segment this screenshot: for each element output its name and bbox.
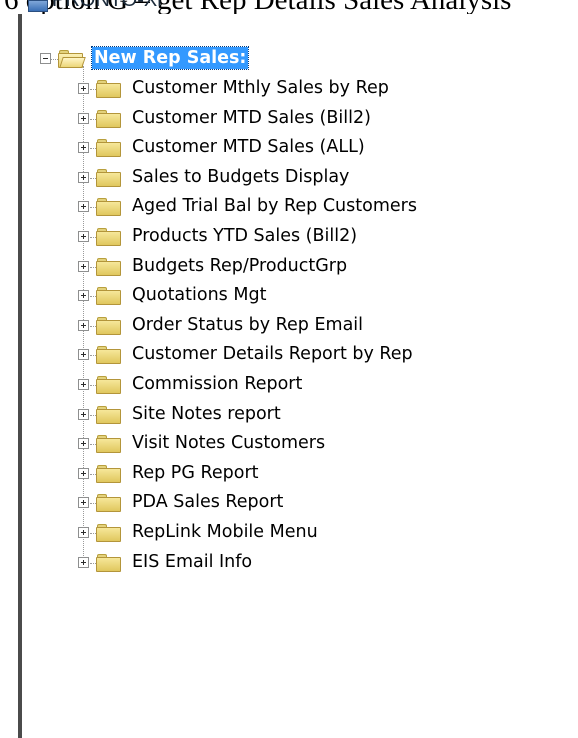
tree-node-label[interactable]: Rep PG Report [130, 462, 261, 484]
folder-icon [96, 287, 122, 306]
expand-icon[interactable] [78, 112, 89, 124]
folder-icon [96, 405, 122, 424]
tree-connector [51, 59, 58, 60]
tree-node-label[interactable]: Visit Notes Customers [130, 432, 327, 454]
tree-node-label[interactable]: Order Status by Rep Email [130, 314, 365, 336]
tree-node-label[interactable]: Site Notes report [130, 403, 283, 425]
screenshot: 6 option G – get Rep Details Sales Analy… [0, 0, 578, 738]
tree-node-label[interactable]: Products YTD Sales (Bill2) [130, 225, 359, 247]
folder-icon [96, 316, 122, 335]
tree-node-label[interactable]: Customer Mthly Sales by Rep [130, 77, 391, 99]
tree-root-label[interactable]: New Rep Sales: [90, 46, 250, 70]
tree-node-label[interactable]: Budgets Rep/ProductGrp [130, 255, 349, 277]
collapse-icon[interactable] [40, 53, 51, 64]
folder-icon [96, 80, 122, 98]
folder-icon [96, 228, 122, 246]
folder-icon [96, 346, 122, 365]
folder-icon [96, 553, 122, 572]
pronto-app-icon [28, 0, 48, 12]
folder-open-icon [58, 50, 86, 68]
expand-icon[interactable] [78, 171, 89, 183]
tree-node-label[interactable]: Customer MTD Sales (Bill2) [130, 107, 373, 129]
folder-icon [96, 257, 122, 276]
expand-icon[interactable] [78, 556, 89, 568]
expand-icon[interactable] [78, 408, 89, 420]
tree-node-label[interactable]: Quotations Mgt [130, 284, 268, 306]
folder-icon [96, 464, 122, 483]
expand-icon[interactable] [78, 142, 89, 154]
tree-node-label[interactable]: PDA Sales Report [130, 491, 285, 513]
tree-node-label[interactable]: Aged Trial Bal by Rep Customers [130, 195, 419, 217]
folder-icon [96, 524, 122, 542]
expand-icon[interactable] [78, 497, 89, 509]
menu-tree-window: New Rep Sales: Customer Mthly Sales by R… [18, 14, 578, 738]
expand-icon[interactable] [78, 231, 89, 242]
expand-icon[interactable] [78, 290, 89, 302]
folder-icon [96, 376, 122, 394]
folder-icon [96, 198, 122, 217]
expand-icon[interactable] [78, 467, 89, 479]
tree-node-label[interactable]: Commission Report [130, 373, 304, 395]
expand-icon[interactable] [78, 527, 89, 538]
folder-icon [96, 168, 122, 187]
tree-node-label[interactable]: RepLink Mobile Menu [130, 521, 320, 543]
expand-icon[interactable] [78, 201, 89, 213]
window-title: PRONTO-Xi [52, 0, 162, 11]
tree-guide-line [83, 66, 84, 564]
expand-icon[interactable] [78, 83, 89, 94]
expand-icon[interactable] [78, 379, 89, 390]
tree-node-label[interactable]: Sales to Budgets Display [130, 166, 351, 188]
expand-icon[interactable] [78, 260, 89, 272]
folder-icon [96, 109, 122, 128]
folder-icon [96, 435, 122, 454]
expand-icon[interactable] [78, 319, 89, 331]
tree-node-label[interactable]: Customer MTD Sales (ALL) [130, 136, 367, 158]
window-title-bar: PRONTO-Xi [18, 0, 578, 14]
expand-icon[interactable] [78, 349, 89, 361]
folder-icon [96, 139, 122, 158]
tree-node-label[interactable]: EIS Email Info [130, 551, 254, 573]
expand-icon[interactable] [78, 438, 89, 450]
window-left-border [18, 14, 22, 738]
folder-icon [96, 494, 122, 513]
tree-node-label[interactable]: Customer Details Report by Rep [130, 343, 415, 365]
